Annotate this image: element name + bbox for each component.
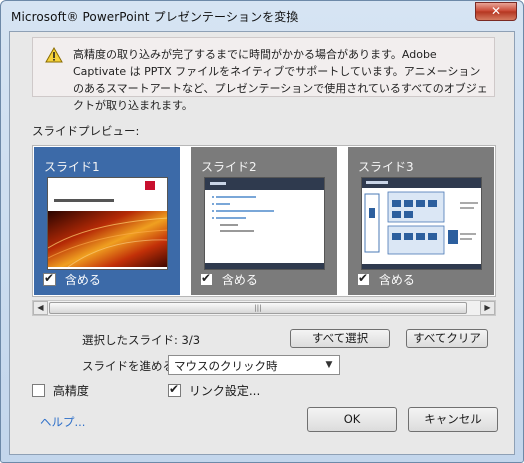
slide-thumbnail: [47, 177, 168, 270]
include-checkbox[interactable]: ✔ 含める: [200, 271, 258, 289]
slide-name: スライド1: [44, 160, 100, 174]
slide-preview-strip: スライド1 ✔ 含める スライド2 ✔ 含める スライド3 ✔ 含める: [32, 145, 496, 297]
link-settings-checkbox[interactable]: ✔ リンク設定...: [168, 382, 260, 398]
cancel-button[interactable]: キャンセル: [408, 407, 498, 432]
scroll-left-button[interactable]: ◀: [33, 301, 48, 315]
include-checkbox[interactable]: ✔ 含める: [357, 271, 415, 289]
horizontal-scrollbar[interactable]: ◀ ||| ▶: [32, 300, 496, 316]
selected-slides-count: 選択したスライド: 3/3: [82, 333, 201, 347]
checkmark-icon: ✔: [169, 382, 180, 396]
ok-button[interactable]: OK: [307, 407, 397, 432]
help-link[interactable]: ヘルプ...: [40, 414, 85, 430]
title-bar[interactable]: Microsoft® PowerPoint プレゼンテーションを変換 ✕: [1, 1, 523, 29]
checkmark-icon: ✔: [358, 271, 369, 285]
slide-thumbnail-image: [205, 178, 324, 269]
checkbox[interactable]: ✔: [200, 271, 213, 286]
high-fidelity-checkbox[interactable]: 高精度: [32, 382, 89, 398]
slide-card-3[interactable]: スライド3 ✔ 含める: [348, 147, 494, 295]
advance-slide-dropdown[interactable]: マウスのクリック時 ▼: [168, 355, 340, 375]
slide-name: スライド3: [358, 160, 414, 174]
slide-thumbnail-image: [362, 178, 481, 269]
slide-card-2[interactable]: スライド2 ✔ 含める: [191, 147, 337, 295]
checkbox[interactable]: ✔: [43, 271, 56, 286]
grip-icon: |||: [254, 304, 262, 312]
slide-thumbnail: [361, 177, 482, 270]
close-icon: ✕: [490, 4, 502, 18]
slide-preview-label: スライドプレビュー:: [32, 124, 140, 138]
high-fidelity-label: 高精度: [52, 384, 89, 398]
window-title: Microsoft® PowerPoint プレゼンテーションを変換: [11, 10, 299, 24]
dropdown-value: マウスのクリック時: [174, 359, 278, 373]
dialog-body: 高精度の取り込みが完了するまでに時間がかかる場合があります。Adobe Capt…: [9, 31, 515, 455]
dialog-window: Microsoft® PowerPoint プレゼンテーションを変換 ✕ 高精度…: [0, 0, 524, 463]
close-button[interactable]: ✕: [475, 2, 517, 21]
checkmark-icon: ✔: [44, 271, 55, 285]
checkmark-icon: ✔: [201, 271, 212, 285]
slide-thumbnail-image: [48, 178, 167, 269]
link-settings-label: リンク設定...: [188, 384, 261, 398]
checkbox[interactable]: [32, 384, 45, 397]
checkbox[interactable]: ✔: [357, 271, 370, 286]
include-checkbox[interactable]: ✔ 含める: [43, 271, 101, 289]
slide-thumbnail: [204, 177, 325, 270]
warning-box: 高精度の取り込みが完了するまでに時間がかかる場合があります。Adobe Capt…: [32, 37, 495, 112]
warning-icon: [45, 47, 63, 63]
select-all-button[interactable]: すべて選択: [290, 329, 390, 348]
include-label: 含める: [221, 273, 258, 287]
scroll-right-button[interactable]: ▶: [480, 301, 495, 315]
slide-card-1[interactable]: スライド1 ✔ 含める: [34, 147, 180, 295]
clear-all-button[interactable]: すべてクリア: [406, 329, 488, 348]
triangle-left-icon: ◀: [37, 303, 44, 312]
include-label: 含める: [378, 273, 415, 287]
warning-message: 高精度の取り込みが完了するまでに時間がかかる場合があります。Adobe Capt…: [73, 48, 488, 112]
chevron-down-icon[interactable]: ▼: [321, 358, 337, 372]
advance-slide-label: スライドを進める:: [82, 359, 178, 373]
triangle-right-icon: ▶: [484, 303, 491, 312]
slide-name: スライド2: [201, 160, 257, 174]
include-label: 含める: [64, 273, 101, 287]
checkbox[interactable]: ✔: [168, 382, 181, 397]
scrollbar-thumb[interactable]: |||: [49, 302, 467, 314]
